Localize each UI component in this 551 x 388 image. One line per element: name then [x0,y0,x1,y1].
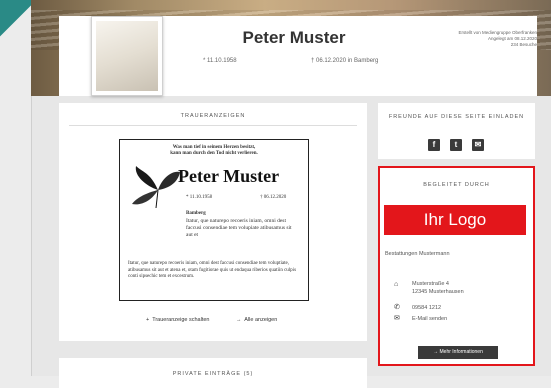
private-entries-title: PRIVATE EINTRÄGE (5) [172,371,254,377]
sponsor-street: Musterstraße 4 [412,281,449,287]
sponsor-phone[interactable]: 09584 1212 [412,305,441,311]
sponsor-email-link[interactable]: E-Mail senden [412,316,447,322]
more-info-button[interactable]: → Mehr Informationen [418,346,498,359]
facebook-icon[interactable]: f [428,139,440,151]
create-notice-label: Traueranzeige schalten [152,317,210,323]
all-notices-link[interactable]: → Alle anzeigen [236,317,277,323]
obituary-notice[interactable]: Was man tief in seinem Herzen besitzt, k… [119,139,309,301]
phone-icon: ✆ [394,304,400,311]
notice-born: * 11.10.1958 [186,195,213,200]
divider [69,125,357,126]
sponsor-logo[interactable]: Ihr Logo [384,205,526,235]
notice-intro: Was man tief in seinem Herzen besitzt, k… [120,145,308,157]
meta-visits: 234 Besuche [510,42,537,47]
notice-died: † 06.12.2020 [260,195,287,200]
notice-intro-line: kann man durch den Tod nicht verlieren. [170,151,258,156]
photo-placeholder [96,21,158,91]
notices-title: TRAUERANZEIGEN [180,113,246,119]
profile-photo[interactable] [91,16,163,96]
notice-name: Peter Muster [178,166,280,186]
deceased-name: Peter Muster [242,28,346,47]
all-notices-label: Alle anzeigen [244,317,278,323]
arrow-right-icon: → [433,349,439,355]
notice-city: Bamberg [186,211,206,216]
sponsor-title: BEGLEITET DURCH [423,182,490,188]
sponsor-city: 12345 Musterhausen [412,289,464,295]
death-date: † 06.12.2020 in Bamberg [311,58,379,64]
more-info-label: Mehr Informationen [439,349,483,355]
twitter-icon[interactable]: t [450,139,462,151]
share-title: FREUNDE AUF DIESE SEITE EINLADEN [388,114,525,120]
private-entries-panel: PRIVATE EINTRÄGE (5) [59,358,367,388]
create-notice-link[interactable]: + Traueranzeige schalten [146,317,209,323]
notice-text: Itatur, que naturepo recoeris iniam, omn… [186,218,292,238]
sponsor-company: Bestattungen Mustermann [385,251,450,257]
envelope-icon: ✉ [394,315,400,322]
page-meta: Erstellt von Mediengruppe Oberfranken An… [427,30,537,48]
plus-icon: + [146,317,150,323]
notice-text: Itatur, que naturepo recoeris iniam, omn… [128,261,297,279]
home-icon: ⌂ [394,281,399,288]
arrow-right-icon: → [236,317,242,323]
ginkgo-leaf-icon [132,166,180,209]
birth-date: * 11.10.1958 [203,58,237,64]
sponsor-panel: BEGLEITET DURCH [378,166,535,366]
mail-icon[interactable]: ✉ [472,139,484,151]
